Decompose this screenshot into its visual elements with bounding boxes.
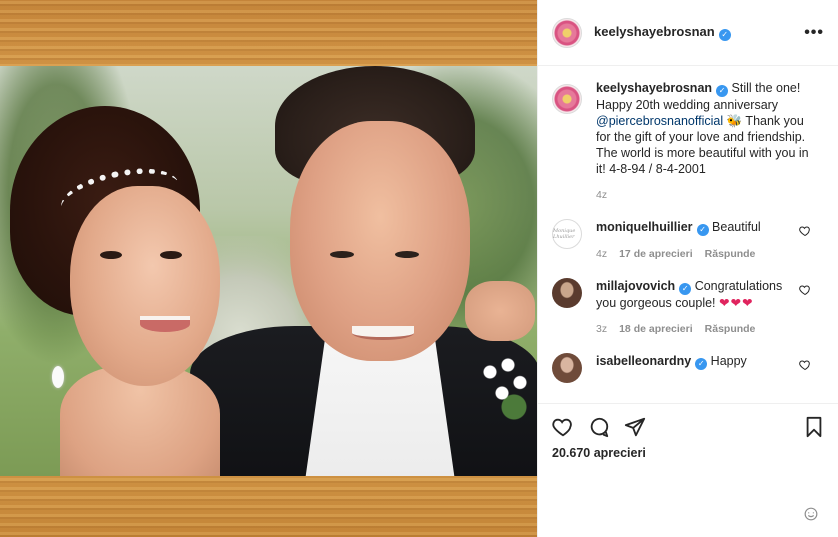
post-header: keelyshayebrosnan ✓ ••• [538, 0, 838, 66]
comment-bubble-icon[interactable] [588, 416, 610, 438]
like-heart-icon[interactable] [552, 416, 574, 438]
caption-text: keelyshayebrosnan ✓ Still the one! Happy … [596, 80, 821, 203]
boutonniere [478, 351, 537, 421]
verified-badge-icon: ✓ [716, 85, 729, 97]
caption-mention-link[interactable]: @piercebrosnanofficial [596, 114, 723, 128]
like-comment-heart-icon[interactable] [799, 284, 811, 296]
verified-badge-icon: ✓ [679, 283, 692, 295]
caption-timestamp[interactable]: 4z [596, 187, 821, 203]
like-comment-heart-icon[interactable] [799, 225, 811, 237]
comment-item: isabelleonardny ✓ Happy [538, 353, 838, 383]
comments-list[interactable]: keelyshayebrosnan ✓ Still the one! Happy … [538, 80, 838, 402]
post-caption: keelyshayebrosnan ✓ Still the one! Happy … [538, 80, 838, 203]
groom-hand [465, 281, 535, 341]
reply-button[interactable]: Răspunde [705, 246, 756, 262]
bride-eye-right [160, 251, 182, 259]
bride-earring [52, 366, 64, 388]
post-photo[interactable] [0, 0, 537, 537]
caption-username[interactable]: keelyshayebrosnan [596, 81, 712, 95]
red-heart-emojis: ❤❤❤ [719, 296, 754, 310]
author-username[interactable]: keelyshayebrosnan ✓ [594, 24, 731, 41]
commenter-username[interactable]: moniquelhuillier [596, 220, 693, 234]
bookmark-icon[interactable] [803, 416, 825, 438]
paper-plane-icon[interactable] [624, 416, 646, 438]
comment-text: Beautiful [712, 220, 761, 234]
groom-eye-left [330, 251, 354, 258]
commenter-avatar[interactable] [552, 353, 582, 383]
comment-text: Happy [710, 354, 747, 368]
comment-item: millajovovich ✓ Congratulations you gorge… [538, 278, 838, 337]
verified-badge-icon: ✓ [695, 358, 708, 370]
verified-badge-icon: ✓ [696, 224, 709, 236]
groom-eye-right [395, 251, 419, 258]
reply-button[interactable]: Răspunde [705, 321, 756, 337]
comment-likes-count[interactable]: 17 de aprecieri [619, 246, 693, 262]
likes-count[interactable]: 20.670 aprecieri [552, 446, 825, 460]
commenter-username[interactable]: millajovovich [596, 279, 675, 293]
author-avatar[interactable] [552, 17, 582, 48]
comment-likes-count[interactable]: 18 de aprecieri [619, 321, 693, 337]
post-side-panel: keelyshayebrosnan ✓ ••• keelyshayebrosnan… [537, 0, 838, 537]
groom-face [290, 121, 470, 361]
commenter-username[interactable]: isabelleonardny [596, 354, 691, 368]
caption-author-avatar[interactable] [552, 84, 582, 114]
bride-smile [140, 316, 190, 332]
add-comment-icon[interactable] [804, 507, 818, 521]
bee-emoji-icon: 🐝 [726, 114, 743, 128]
verified-badge-icon: ✓ [718, 29, 731, 41]
more-options-icon[interactable]: ••• [804, 24, 824, 42]
like-comment-heart-icon[interactable] [799, 359, 811, 371]
groom-smile [352, 326, 414, 340]
commenter-avatar[interactable] [552, 278, 582, 308]
wedding-photo-print [0, 66, 537, 476]
bride-eye-left [100, 251, 122, 259]
comment-age[interactable]: 4z [596, 246, 607, 262]
comment-item: Monique Lhuillier moniquelhuillier ✓ Beau… [538, 219, 838, 262]
comment-age[interactable]: 3z [596, 321, 607, 337]
commenter-avatar[interactable]: Monique Lhuillier [552, 219, 582, 249]
post-actions: 20.670 aprecieri [538, 403, 838, 460]
